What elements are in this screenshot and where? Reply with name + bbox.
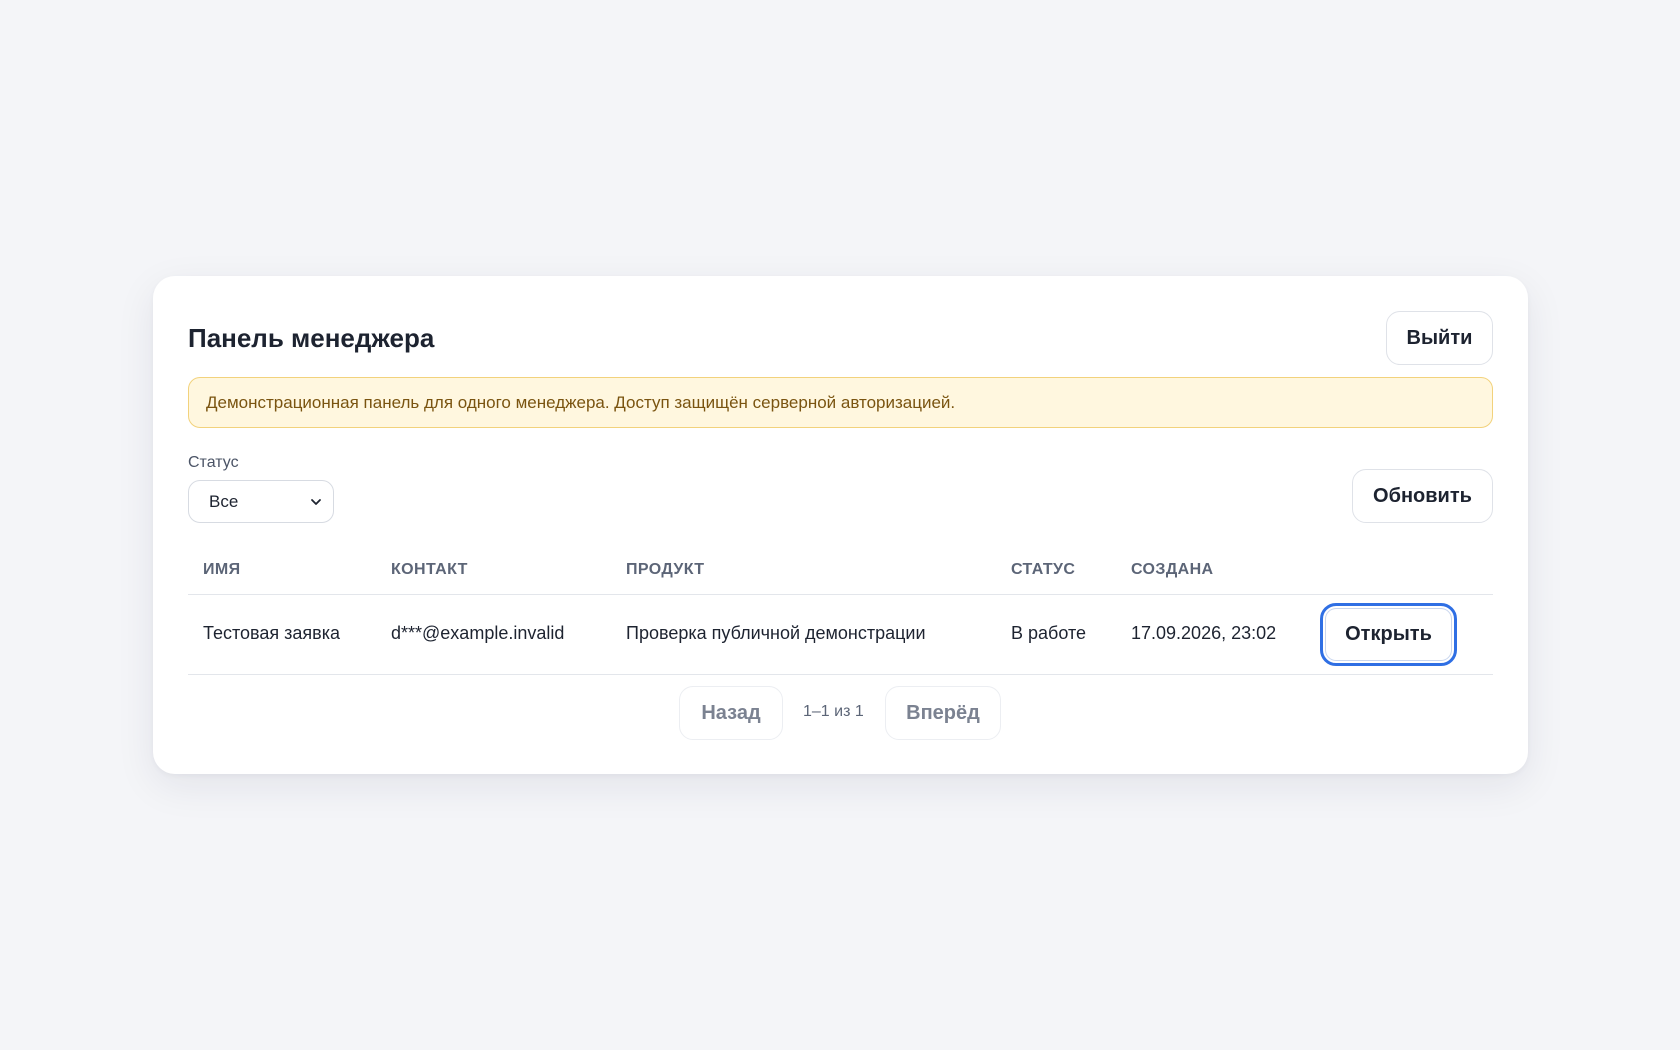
requests-table: ИМЯ КОНТАКТ ПРОДУКТ СТАТУС СОЗДАНА Тесто… (188, 546, 1493, 675)
cell-status: В работе (1011, 623, 1087, 643)
open-request-button[interactable]: Открыть (1320, 603, 1457, 666)
table-header: ИМЯ КОНТАКТ ПРОДУКТ СТАТУС СОЗДАНА (188, 546, 1493, 595)
cell-created: 17.09.2026, 23:02 (1131, 623, 1277, 643)
refresh-button[interactable]: Обновить (1352, 469, 1493, 523)
manager-panel-card: Панель менеджера Выйти Демонстрационная … (153, 276, 1528, 774)
panel-header: Панель менеджера Выйти (188, 311, 1493, 365)
column-header-name: ИМЯ (203, 561, 241, 578)
demo-notice: Демонстрационная панель для одного менед… (188, 377, 1493, 428)
chevron-down-icon (311, 499, 321, 505)
logout-button[interactable]: Выйти (1386, 311, 1493, 365)
next-page-button[interactable]: Вперёд (885, 686, 1001, 740)
column-header-contact: КОНТАКТ (391, 561, 468, 578)
column-header-status: СТАТУС (1011, 561, 1076, 578)
cell-contact: d***@example.invalid (391, 623, 565, 643)
prev-page-button[interactable]: Назад (679, 686, 783, 740)
status-filter-value: Все (209, 492, 239, 511)
status-filter-select[interactable]: Все (188, 480, 334, 523)
page-title: Панель менеджера (188, 323, 435, 353)
cell-name: Тестовая заявка (203, 623, 341, 643)
pagination-info: 1–1 из 1 (803, 703, 864, 720)
table-row: Тестовая заявка d***@example.invalid Про… (188, 595, 1493, 675)
cell-product: Проверка публичной демонстрации (626, 623, 926, 643)
column-header-product: ПРОДУКТ (626, 561, 705, 578)
pagination: Назад 1–1 из 1 Вперёд (153, 686, 1528, 740)
column-header-created: СОЗДАНА (1131, 561, 1214, 578)
status-filter-label: Статус (188, 454, 239, 471)
